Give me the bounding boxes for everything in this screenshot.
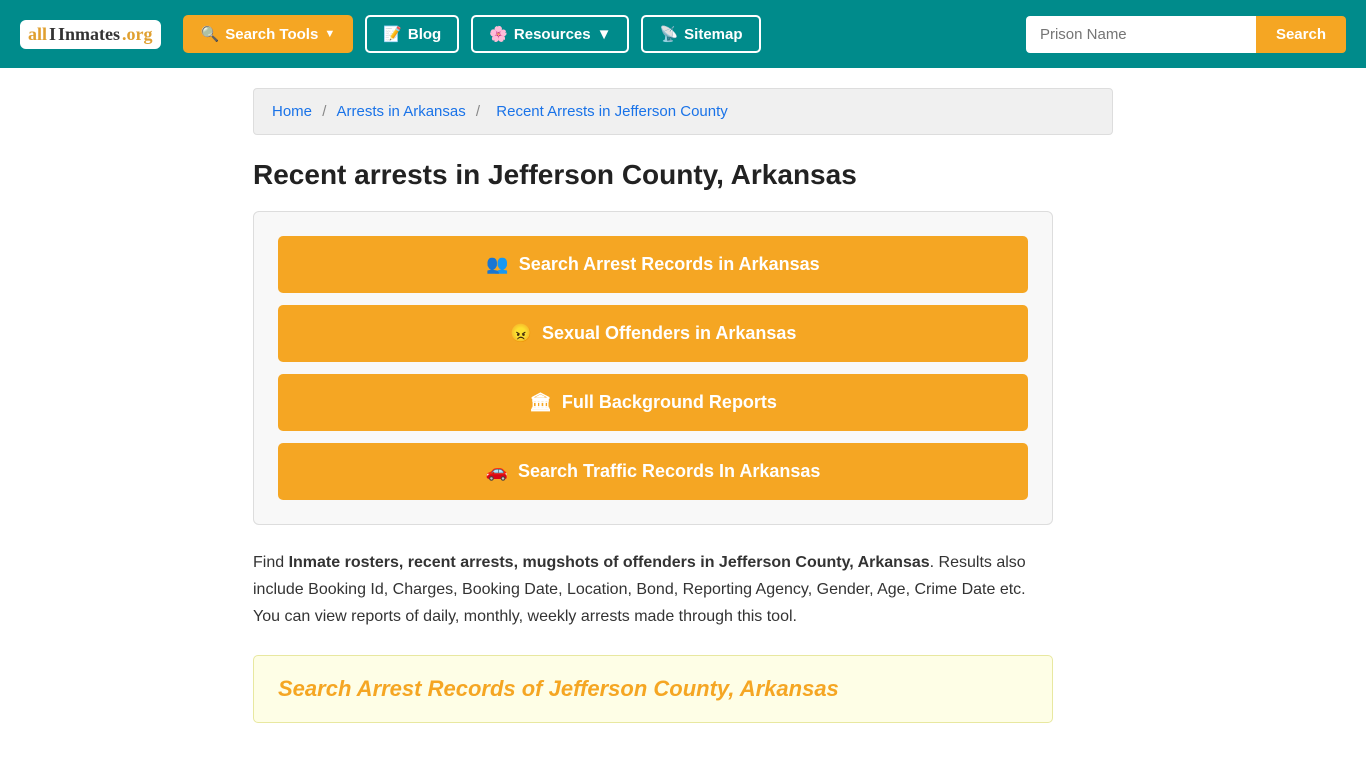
traffic-icon: 🚗 [486, 461, 508, 482]
sexual-offenders-label: Sexual Offenders in Arkansas [542, 323, 796, 344]
resources-label: Resources [514, 26, 591, 43]
breadcrumb-home[interactable]: Home [272, 103, 312, 120]
action-card: 👥 Search Arrest Records in Arkansas 😠 Se… [253, 211, 1053, 525]
traffic-records-button[interactable]: 🚗 Search Traffic Records In Arkansas [278, 443, 1028, 500]
search-tools-button[interactable]: 🔍 Search Tools ▼ [183, 15, 354, 53]
description-prefix: Find [253, 554, 289, 571]
logo-I: I [49, 24, 56, 45]
sitemap-icon: 📡 [659, 25, 678, 43]
logo[interactable]: all I Inmates .org [20, 20, 161, 49]
background-reports-label: Full Background Reports [562, 392, 777, 413]
traffic-records-label: Search Traffic Records In Arkansas [518, 461, 820, 482]
logo-org: .org [122, 24, 153, 45]
arrest-icon: 👥 [486, 254, 508, 275]
sitemap-label: Sitemap [684, 26, 742, 43]
search-tools-label: Search Tools [225, 26, 318, 43]
header-search-group: Search [1026, 16, 1346, 53]
logo-inmates: Inmates [58, 24, 120, 45]
logo-all: all [28, 24, 47, 45]
background-reports-button[interactable]: 🏛 Full Background Reports [278, 374, 1028, 431]
blog-button[interactable]: 📝 Blog [365, 15, 459, 53]
main-content: Home / Arrests in Arkansas / Recent Arre… [233, 68, 1133, 763]
offender-icon: 😠 [510, 323, 532, 344]
sitemap-button[interactable]: 📡 Sitemap [641, 15, 760, 53]
search-tools-icon: 🔍 [201, 25, 220, 43]
sexual-offenders-button[interactable]: 😠 Sexual Offenders in Arkansas [278, 305, 1028, 362]
prison-search-input[interactable] [1026, 16, 1256, 53]
main-header: all I Inmates .org 🔍 Search Tools ▼ 📝 Bl… [0, 0, 1366, 68]
breadcrumb: Home / Arrests in Arkansas / Recent Arre… [253, 88, 1113, 135]
description-text: Find Inmate rosters, recent arrests, mug… [253, 549, 1053, 631]
prison-search-button[interactable]: Search [1256, 16, 1346, 53]
search-records-box: Search Arrest Records of Jefferson Count… [253, 655, 1053, 723]
chevron-down-icon: ▼ [324, 28, 335, 40]
blog-icon: 📝 [383, 25, 402, 43]
breadcrumb-current: Recent Arrests in Jefferson County [496, 103, 728, 120]
page-title: Recent arrests in Jefferson County, Arka… [253, 159, 1113, 191]
breadcrumb-arrests[interactable]: Arrests in Arkansas [337, 103, 466, 120]
search-records-title: Search Arrest Records of Jefferson Count… [278, 676, 1028, 702]
description-bold: Inmate rosters, recent arrests, mugshots… [289, 554, 930, 571]
chevron-down-icon-2: ▼ [597, 26, 612, 43]
background-icon: 🏛 [529, 392, 552, 413]
arrest-records-label: Search Arrest Records in Arkansas [519, 254, 820, 275]
resources-button[interactable]: 🌸 Resources ▼ [471, 15, 629, 53]
resources-icon: 🌸 [489, 25, 508, 43]
blog-label: Blog [408, 26, 441, 43]
arrest-records-button[interactable]: 👥 Search Arrest Records in Arkansas [278, 236, 1028, 293]
breadcrumb-sep-2: / [476, 103, 484, 120]
breadcrumb-sep-1: / [322, 103, 330, 120]
